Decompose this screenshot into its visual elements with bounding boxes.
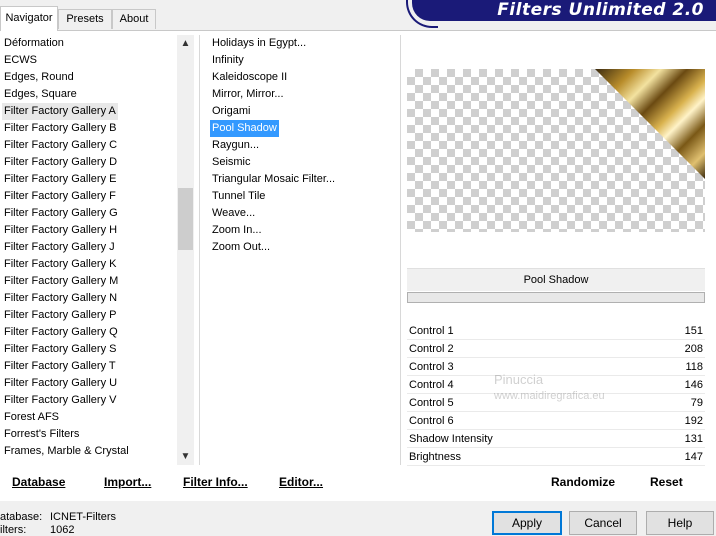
category-item[interactable]: Frames, Marble & Crystal xyxy=(2,443,131,460)
tab-navigator[interactable]: Navigator xyxy=(0,6,58,31)
category-item[interactable]: Filter Factory Gallery T xyxy=(2,358,118,375)
preview-gold-texture xyxy=(595,69,705,179)
import-button[interactable]: Import... xyxy=(104,470,151,494)
category-item[interactable]: Filter Factory Gallery C xyxy=(2,137,119,154)
category-item[interactable]: Filter Factory Gallery N xyxy=(2,290,119,307)
category-item[interactable]: Filter Factory Gallery H xyxy=(2,222,119,239)
filter-item[interactable]: Seismic xyxy=(210,154,253,171)
status-filters-value: 1062 xyxy=(50,524,75,536)
control-label: Control 1 xyxy=(409,325,454,337)
category-item[interactable]: ECWS xyxy=(2,52,39,69)
category-item[interactable]: Filter Factory Gallery K xyxy=(2,256,118,273)
list-divider xyxy=(199,35,200,465)
watermark-text: Pinuccia xyxy=(494,372,544,387)
control-slider[interactable]: Control 2 208 xyxy=(407,340,705,358)
filter-item[interactable]: Origami xyxy=(210,103,253,120)
filter-item[interactable]: Holidays in Egypt... xyxy=(210,35,308,52)
progress-bar xyxy=(407,292,705,303)
tab-presets[interactable]: Presets xyxy=(58,9,112,29)
control-slider[interactable]: Control 6 192 xyxy=(407,412,705,430)
filter-item[interactable]: Zoom In... xyxy=(210,222,264,239)
editor-button[interactable]: Editor... xyxy=(279,470,323,494)
filter-item[interactable]: Zoom Out... xyxy=(210,239,272,256)
control-slider[interactable]: Control 3 118 xyxy=(407,358,705,376)
category-item[interactable]: Filter Factory Gallery S xyxy=(2,341,118,358)
preview-divider xyxy=(400,35,401,465)
category-item[interactable]: Forest AFS xyxy=(2,409,61,426)
apply-button[interactable]: Apply xyxy=(492,511,562,535)
control-slider[interactable]: Brightness 147 xyxy=(407,448,705,466)
database-button[interactable]: Database xyxy=(12,470,65,494)
filter-item[interactable]: Mirror, Mirror... xyxy=(210,86,286,103)
filter-name-label: Pool Shadow xyxy=(407,268,705,291)
category-item[interactable]: Filter Factory Gallery V xyxy=(2,392,118,409)
category-item[interactable]: Filter Factory Gallery D xyxy=(2,154,119,171)
category-item[interactable]: Filter Factory Gallery U xyxy=(2,375,119,392)
control-value: 79 xyxy=(690,397,703,409)
control-value: 118 xyxy=(685,361,703,373)
scrollbar-thumb[interactable] xyxy=(178,188,193,250)
control-label: Control 5 xyxy=(409,397,454,409)
category-scrollbar[interactable]: ▲ ▼ xyxy=(177,35,194,465)
control-label: Control 3 xyxy=(409,361,454,373)
status-filters-label: ilters: xyxy=(0,524,27,536)
filter-item[interactable]: Triangular Mosaic Filter... xyxy=(210,171,337,188)
randomize-button[interactable]: Randomize xyxy=(551,470,615,494)
control-label: Shadow Intensity xyxy=(409,433,493,445)
filter-item[interactable]: Kaleidoscope II xyxy=(210,69,289,86)
tab-about[interactable]: About xyxy=(112,9,156,29)
control-slider[interactable]: Control 1 151 xyxy=(407,322,705,340)
control-value: 208 xyxy=(684,343,703,355)
help-button[interactable]: Help xyxy=(646,511,714,535)
category-item[interactable]: Filter Factory Gallery M xyxy=(2,273,120,290)
title-banner: Filters Unlimited 2.0 xyxy=(412,0,716,21)
control-value: 146 xyxy=(684,379,703,391)
watermark-url: www.maidiregrafica.eu xyxy=(494,390,605,402)
control-value: 192 xyxy=(684,415,703,427)
filter-item[interactable]: Tunnel Tile xyxy=(210,188,267,205)
control-track xyxy=(407,465,705,466)
control-label: Control 4 xyxy=(409,379,454,391)
category-list[interactable]: Déformation ECWS Edges, Round Edges, Square… xyxy=(2,35,177,465)
category-item[interactable]: Filter Factory Gallery P xyxy=(2,307,118,324)
category-item[interactable]: Filter Factory Gallery F xyxy=(2,188,118,205)
category-item[interactable]: Filter Factory Gallery E xyxy=(2,171,118,188)
category-item[interactable]: Filter Factory Gallery G xyxy=(2,205,120,222)
control-label: Control 6 xyxy=(409,415,454,427)
status-database-label: atabase: xyxy=(0,511,43,523)
control-label: Brightness xyxy=(409,451,461,463)
category-item[interactable]: Déformation xyxy=(2,35,66,52)
category-item[interactable]: Filter Factory Gallery Q xyxy=(2,324,120,341)
control-slider[interactable]: Shadow Intensity 131 xyxy=(407,430,705,448)
category-item[interactable]: Forrest's Filters xyxy=(2,426,81,443)
control-value: 147 xyxy=(684,451,703,463)
control-value: 131 xyxy=(684,433,703,445)
filter-item[interactable]: Weave... xyxy=(210,205,257,222)
filter-item[interactable]: Pool Shadow xyxy=(210,120,279,137)
category-item[interactable]: Filter Factory Gallery A xyxy=(2,103,118,120)
filter-item[interactable]: Raygun... xyxy=(210,137,261,154)
banner-title: Filters Unlimited 2.0 xyxy=(497,0,704,20)
status-database-value: ICNET-Filters xyxy=(50,511,116,523)
scroll-down-icon[interactable]: ▼ xyxy=(177,448,194,465)
scroll-up-icon[interactable]: ▲ xyxy=(177,35,194,52)
control-label: Control 2 xyxy=(409,343,454,355)
filter-list[interactable]: Holidays in Egypt... Infinity Kaleidoscope… xyxy=(210,35,395,275)
category-item[interactable]: Filter Factory Gallery B xyxy=(2,120,118,137)
cancel-button[interactable]: Cancel xyxy=(569,511,637,535)
filter-info-button[interactable]: Filter Info... xyxy=(183,470,248,494)
preview-image xyxy=(407,69,705,232)
filter-item[interactable]: Infinity xyxy=(210,52,246,69)
tab-bar: Navigator Presets About Filters Unlimite… xyxy=(0,0,716,31)
reset-button[interactable]: Reset xyxy=(650,470,683,494)
category-item[interactable]: Edges, Round xyxy=(2,69,76,86)
control-value: 151 xyxy=(684,325,703,337)
category-item[interactable]: Edges, Square xyxy=(2,86,79,103)
category-item[interactable]: Filter Factory Gallery J xyxy=(2,239,117,256)
